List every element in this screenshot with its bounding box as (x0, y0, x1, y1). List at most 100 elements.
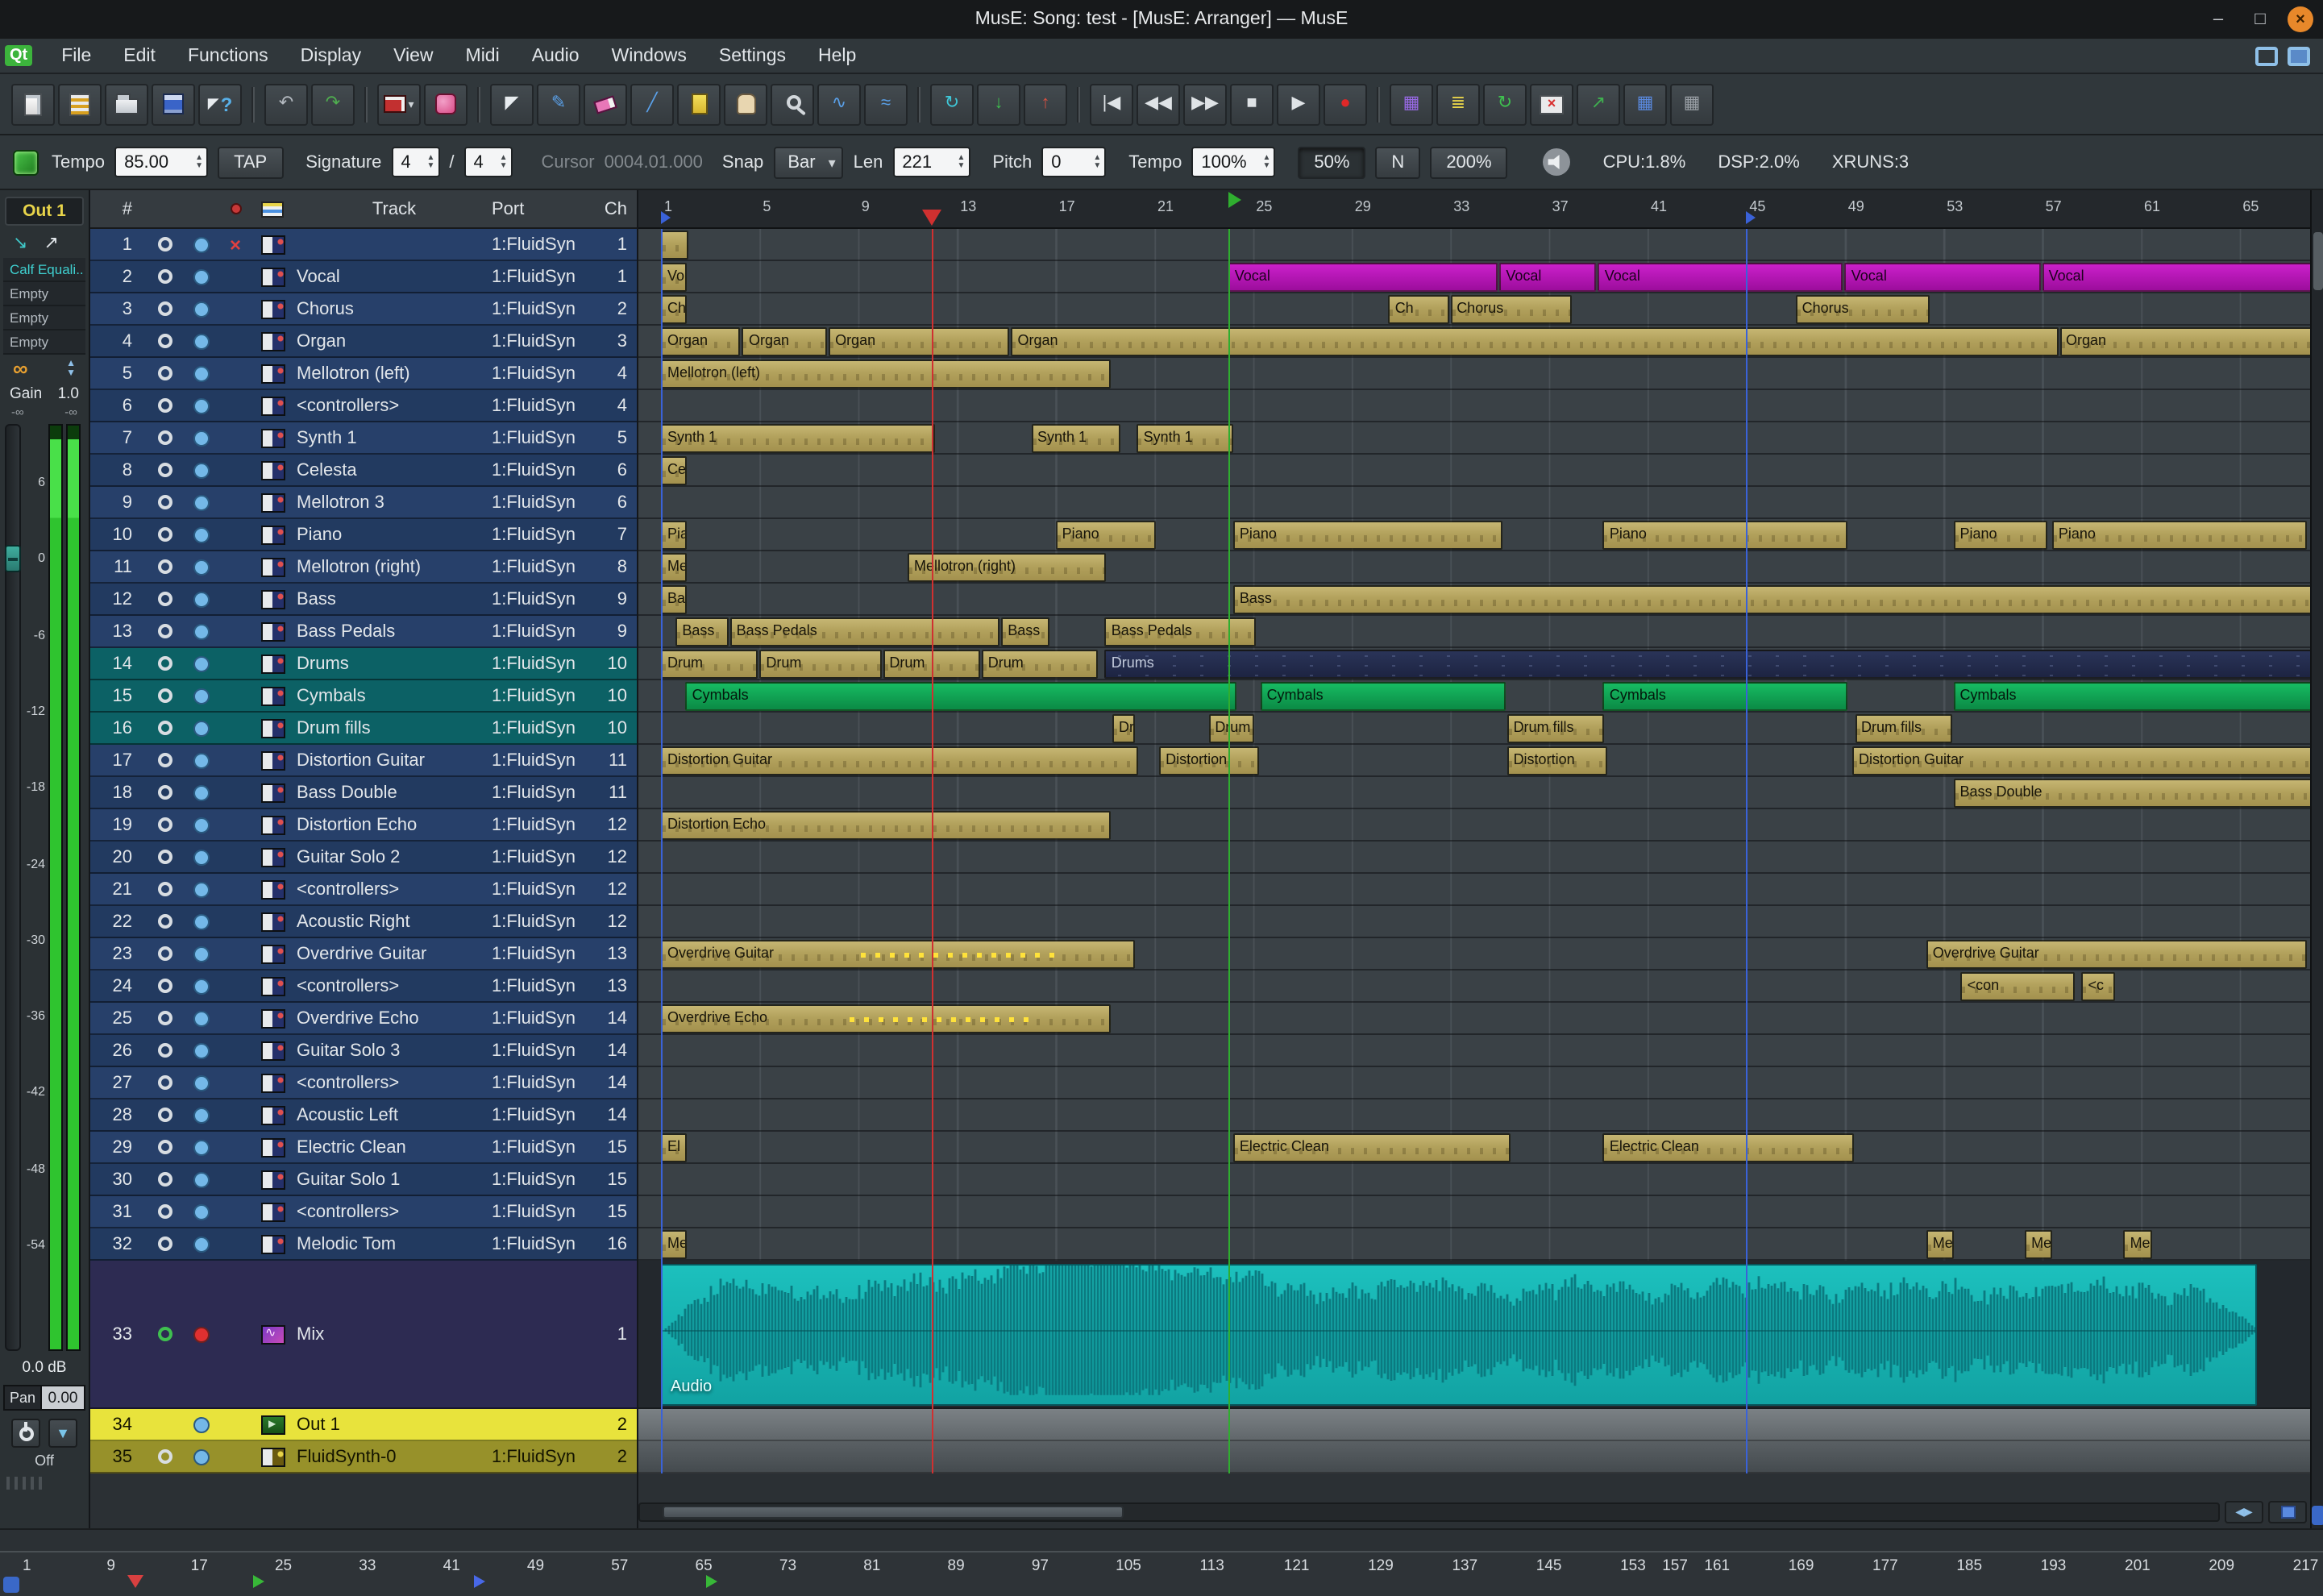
track-port[interactable]: 1:FluidSyn (492, 976, 595, 995)
track-port[interactable]: 1:FluidSyn (492, 1447, 595, 1466)
track-row-9[interactable]: 9Mellotron 31:FluidSyn6 (90, 487, 637, 519)
part[interactable]: Vocal (1228, 263, 1498, 292)
track-row-13[interactable]: 13Bass Pedals1:FluidSyn9 (90, 616, 637, 648)
track-row-33[interactable]: 33Mix1 (90, 1261, 637, 1409)
pointer-tool-button[interactable]: ◤ (490, 83, 534, 125)
vertical-scrollbar[interactable] (2310, 190, 2323, 1528)
part[interactable]: Ce (661, 456, 687, 485)
signature-denominator-spinbox[interactable]: 4 (464, 147, 513, 177)
eraser-tool-button[interactable] (584, 83, 627, 125)
track-port[interactable]: 1:FluidSyn (492, 944, 595, 963)
track-port[interactable]: 1:FluidSyn (492, 331, 595, 351)
part[interactable]: Electric Clean (1603, 1133, 1853, 1162)
part[interactable]: Me (2124, 1230, 2152, 1259)
arranger-lane-9[interactable] (638, 487, 2310, 519)
big-time-button[interactable]: ↗ (1577, 83, 1620, 125)
record-arm-cell[interactable] (145, 1043, 184, 1058)
track-activity-cell[interactable] (184, 268, 219, 285)
record-arm-cell[interactable] (145, 1108, 184, 1122)
track-activity-cell[interactable] (184, 1326, 219, 1342)
part[interactable]: Cymbals (686, 682, 1236, 711)
record-arm-cell[interactable] (145, 430, 184, 445)
track-activity-cell[interactable] (184, 752, 219, 768)
track-row-32[interactable]: 32Melodic Tom1:FluidSyn16 (90, 1228, 637, 1261)
record-arm-cell[interactable] (145, 527, 184, 542)
part[interactable]: El (661, 1133, 687, 1162)
mdi-close-icon[interactable] (2288, 46, 2310, 65)
record-arm-cell[interactable] (145, 559, 184, 574)
arranger-lane-16[interactable]: DrDrumDrum fillsDrum fills (638, 713, 2310, 745)
record-arm-cell[interactable] (145, 753, 184, 767)
track-port[interactable]: 1:FluidSyn (492, 879, 595, 899)
track-row-20[interactable]: 20Guitar Solo 21:FluidSyn12 (90, 842, 637, 874)
record-arm-cell[interactable] (145, 946, 184, 961)
menu-audio[interactable]: Audio (516, 41, 596, 70)
part[interactable]: Vo (661, 263, 687, 292)
part[interactable]: Vocal (1598, 263, 1843, 292)
record-arm-cell[interactable] (145, 721, 184, 735)
menu-midi[interactable]: Midi (450, 41, 516, 70)
track-activity-cell[interactable] (184, 236, 219, 252)
menu-settings[interactable]: Settings (703, 41, 802, 70)
arranger-lane-34[interactable] (638, 1409, 2310, 1441)
part[interactable]: Me (661, 553, 687, 582)
track-row-12[interactable]: 12Bass1:FluidSyn9 (90, 584, 637, 616)
zoom-tool-button[interactable] (771, 83, 814, 125)
arranger-lane-8[interactable]: Ce (638, 455, 2310, 487)
track-row-5[interactable]: 5Mellotron (left)1:FluidSyn4 (90, 358, 637, 390)
track-port[interactable]: 1:FluidSyn (492, 1073, 595, 1092)
track-port[interactable]: 1:FluidSyn (492, 1202, 595, 1221)
snap-dropdown[interactable]: Bar (773, 146, 843, 178)
track-row-30[interactable]: 30Guitar Solo 11:FluidSyn15 (90, 1164, 637, 1196)
horizontal-scrollbar[interactable] (638, 1502, 2220, 1522)
part[interactable]: Chorus (1450, 295, 1572, 324)
track-activity-cell[interactable] (184, 1010, 219, 1026)
arranger-lane-3[interactable]: ChChChorusChorus (638, 293, 2310, 326)
track-activity-cell[interactable] (184, 1107, 219, 1123)
arranger-lane-23[interactable]: Overdrive GuitarOverdrive Guitar (638, 938, 2310, 970)
save-file-button[interactable] (152, 83, 195, 125)
track-row-15[interactable]: 15Cymbals1:FluidSyn10 (90, 680, 637, 713)
arranger-lane-11[interactable]: MeMellotron (right) (638, 551, 2310, 584)
record-arm-cell[interactable] (145, 785, 184, 800)
track-port[interactable]: 1:FluidSyn (492, 589, 595, 609)
record-arm-cell[interactable] (145, 1011, 184, 1025)
track-port[interactable]: 1:FluidSyn (492, 750, 595, 770)
part[interactable]: <c (2082, 972, 2115, 1001)
track-row-35[interactable]: 35FluidSynth-01:FluidSyn2 (90, 1441, 637, 1473)
resize-grip[interactable] (6, 1477, 42, 1490)
part[interactable]: Bass Double (1953, 779, 2310, 808)
punch-out-button[interactable]: ↑ (1024, 83, 1067, 125)
track-port[interactable]: 1:FluidSyn (492, 364, 595, 383)
arranger-lane-18[interactable]: Bass Double (638, 777, 2310, 809)
record-arm-cell[interactable] (145, 398, 184, 413)
record-arm-cell[interactable] (145, 269, 184, 284)
arranger-lane-6[interactable] (638, 390, 2310, 422)
menu-edit[interactable]: Edit (107, 41, 172, 70)
plugin-slot-1[interactable]: Calf Equali.. (3, 258, 85, 282)
cutter-tool-button[interactable]: ╱ (630, 83, 674, 125)
record-arm-cell[interactable] (145, 334, 184, 348)
part[interactable]: Bass Pedals (1105, 617, 1257, 646)
output-select-button[interactable]: Out 1 (5, 197, 84, 226)
record-arm-cell[interactable] (145, 1172, 184, 1187)
menu-view[interactable]: View (377, 41, 449, 70)
track-row-22[interactable]: 22Acoustic Right1:FluidSyn12 (90, 906, 637, 938)
track-activity-cell[interactable] (184, 365, 219, 381)
play-button[interactable]: ▶ (1277, 83, 1320, 125)
track-port[interactable]: 1:FluidSyn (492, 783, 595, 802)
menu-file[interactable]: File (45, 41, 107, 70)
part[interactable]: Overdrive Guitar (661, 940, 1136, 969)
arranger-lane-32[interactable]: MeMeMeMe (638, 1228, 2310, 1261)
gain-step-icon[interactable] (66, 359, 76, 378)
mute-tool-button[interactable]: ≈ (864, 83, 908, 125)
zoom-normal-button[interactable]: N (1375, 146, 1420, 178)
menu-display[interactable]: Display (285, 41, 377, 70)
record-arm-cell[interactable] (145, 1236, 184, 1251)
record-arm-cell[interactable] (145, 882, 184, 896)
part[interactable]: Piano (2052, 521, 2307, 550)
arranger-lane-12[interactable]: BaBass (638, 584, 2310, 616)
track-activity-cell[interactable] (184, 333, 219, 349)
len-spinbox[interactable]: 221 (892, 147, 970, 177)
part[interactable]: Drums (1105, 650, 2310, 679)
